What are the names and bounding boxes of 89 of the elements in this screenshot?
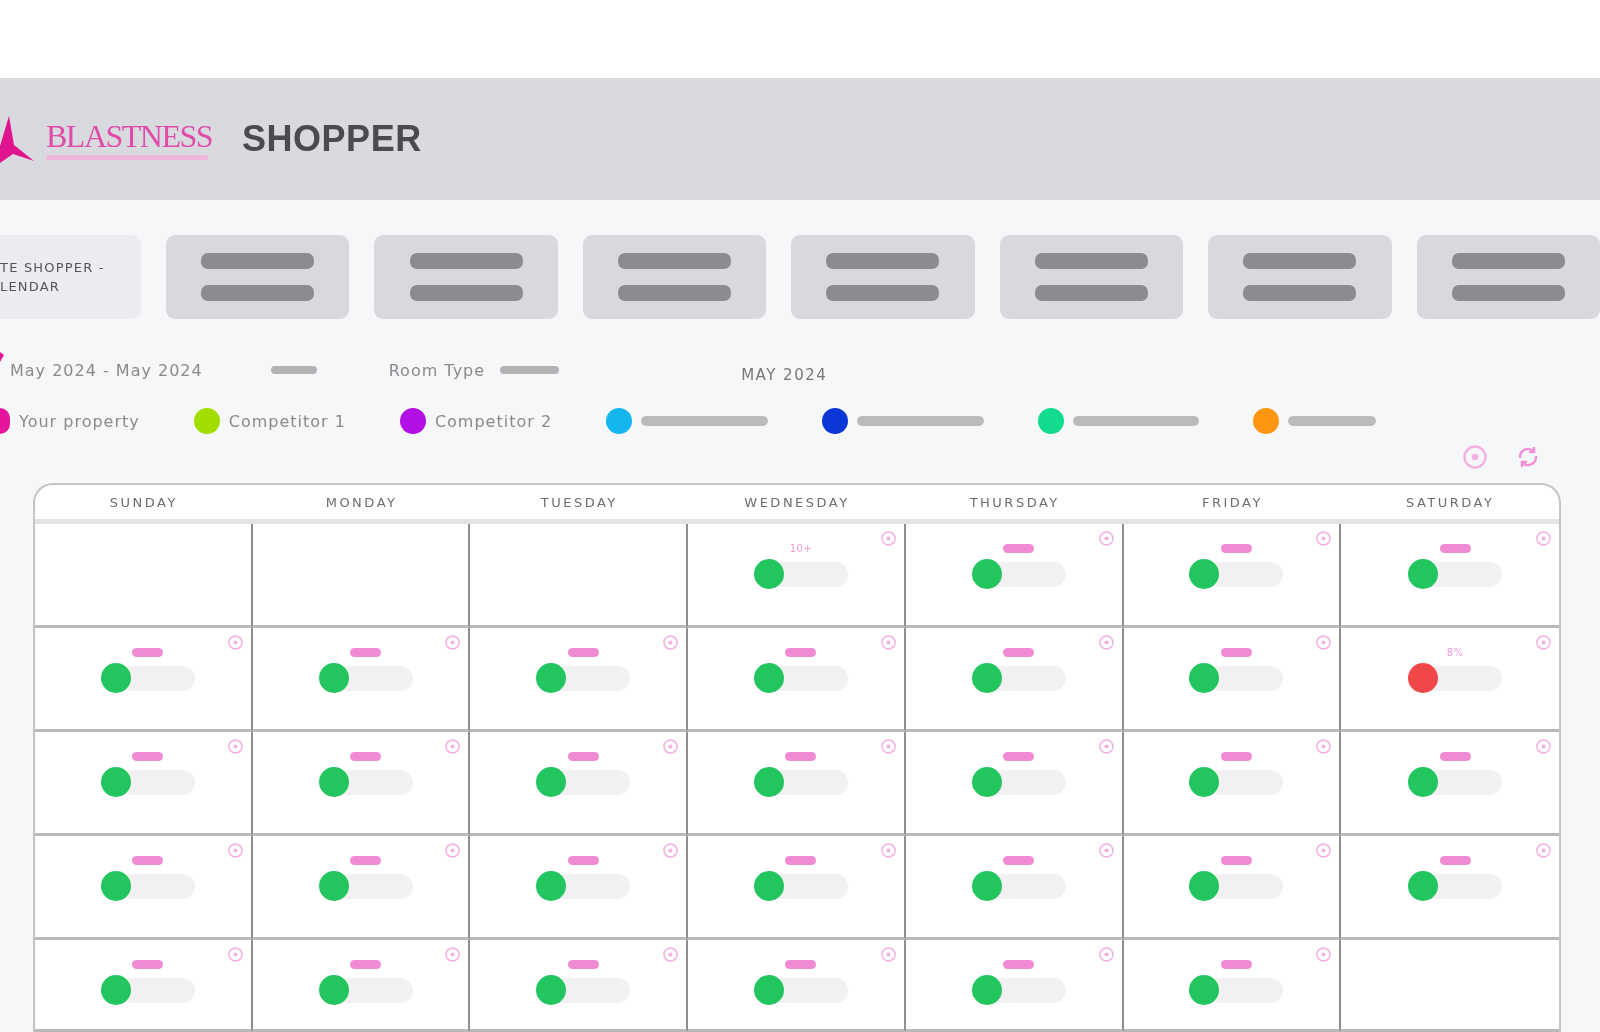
tab[interactable] [1416, 235, 1600, 319]
weekday-label: SUNDAY [109, 494, 178, 510]
tag-placeholder [132, 752, 164, 761]
tab[interactable] [1208, 235, 1392, 319]
tag-placeholder [1003, 648, 1035, 657]
info-icon[interactable] [445, 843, 461, 858]
info-icon[interactable] [227, 947, 243, 962]
info-icon[interactable] [1316, 531, 1332, 546]
info-icon[interactable] [1316, 739, 1332, 754]
tab[interactable] [999, 235, 1184, 319]
tag-placeholder [567, 752, 599, 761]
tag-placeholder [350, 752, 382, 761]
tag-placeholder [1003, 960, 1035, 969]
legend-label: Competitor 1 [228, 411, 346, 431]
tag-placeholder [1439, 544, 1471, 553]
tag-placeholder [1220, 752, 1252, 761]
info-icon[interactable] [227, 635, 243, 650]
tag-placeholder [1220, 856, 1252, 865]
info-icon[interactable] [880, 635, 896, 650]
info-icon[interactable] [1536, 635, 1551, 650]
legend-label: Your property [19, 411, 140, 431]
info-icon[interactable] [880, 531, 896, 546]
app-title: SHOPPER [242, 118, 422, 160]
month-label: MAY 2024 [741, 366, 828, 384]
tag-placeholder [1003, 856, 1035, 865]
info-icon[interactable] [1098, 635, 1114, 650]
tag-placeholder [132, 856, 164, 865]
weekday-label: SATURDAY [1405, 494, 1495, 510]
weekday-label: WEDNESDAY [744, 494, 850, 510]
tag-placeholder [1220, 960, 1252, 969]
info-icon[interactable] [663, 739, 679, 754]
info-icon[interactable] [880, 947, 896, 962]
info-icon[interactable] [880, 843, 896, 858]
tag-placeholder [1220, 648, 1252, 657]
rate-tag: 10+ [789, 544, 813, 553]
tab[interactable] [166, 235, 350, 319]
info-icon[interactable] [1098, 739, 1114, 754]
info-icon[interactable] [227, 739, 243, 754]
marker-icon [0, 352, 4, 362]
tag-placeholder [1003, 752, 1035, 761]
tag-placeholder [1220, 544, 1252, 553]
info-icon[interactable] [663, 947, 679, 962]
info-icon[interactable] [1463, 445, 1487, 469]
tag-placeholder [350, 856, 382, 865]
info-icon[interactable] [1098, 843, 1114, 858]
brand-name: BLASTNESS [46, 118, 213, 153]
info-icon[interactable] [880, 739, 896, 754]
tab[interactable] [374, 235, 558, 319]
info-icon[interactable] [445, 635, 461, 650]
info-icon[interactable] [1316, 843, 1332, 858]
tag-placeholder [350, 648, 382, 657]
tag-placeholder [785, 648, 817, 657]
tag-placeholder [132, 960, 164, 969]
info-icon[interactable] [663, 843, 679, 858]
info-icon[interactable] [445, 739, 461, 754]
info-icon[interactable] [1098, 947, 1114, 962]
tab[interactable] [582, 235, 767, 319]
tag-placeholder [350, 960, 382, 969]
rate-tag: 8% [1446, 648, 1464, 657]
refresh-icon[interactable] [1516, 445, 1540, 469]
info-icon[interactable] [663, 635, 679, 650]
info-icon[interactable] [1316, 635, 1332, 650]
tag-placeholder [132, 648, 164, 657]
info-icon[interactable] [1536, 531, 1551, 546]
tag-placeholder [1003, 544, 1035, 553]
info-icon[interactable] [227, 843, 243, 858]
tag-placeholder [567, 960, 599, 969]
tag-placeholder [1439, 856, 1471, 865]
tag-placeholder [567, 648, 599, 657]
info-icon[interactable] [1536, 739, 1551, 754]
room-type-label: Room Type [388, 360, 486, 380]
filter-placeholder-bar [500, 366, 560, 374]
info-icon[interactable] [1536, 843, 1551, 858]
tag-placeholder [567, 856, 599, 865]
info-icon[interactable] [445, 947, 461, 962]
tag-placeholder [785, 752, 817, 761]
filter-placeholder-bar [270, 366, 317, 374]
legend-label: Competitor 2 [434, 411, 553, 431]
info-icon[interactable] [1098, 531, 1114, 546]
weekday-label: FRIDAY [1201, 494, 1263, 510]
weekday-label: TUESDAY [540, 494, 618, 510]
info-icon[interactable] [1316, 947, 1332, 962]
tab[interactable] [791, 235, 975, 319]
tag-placeholder [785, 960, 817, 969]
tag-placeholder [785, 856, 817, 865]
weekday-label: MONDAY [325, 494, 398, 510]
tag-placeholder [1439, 752, 1471, 761]
weekday-label: THURSDAY [969, 494, 1060, 510]
tab[interactable]: TE SHOPPER - LENDAR [0, 235, 141, 319]
